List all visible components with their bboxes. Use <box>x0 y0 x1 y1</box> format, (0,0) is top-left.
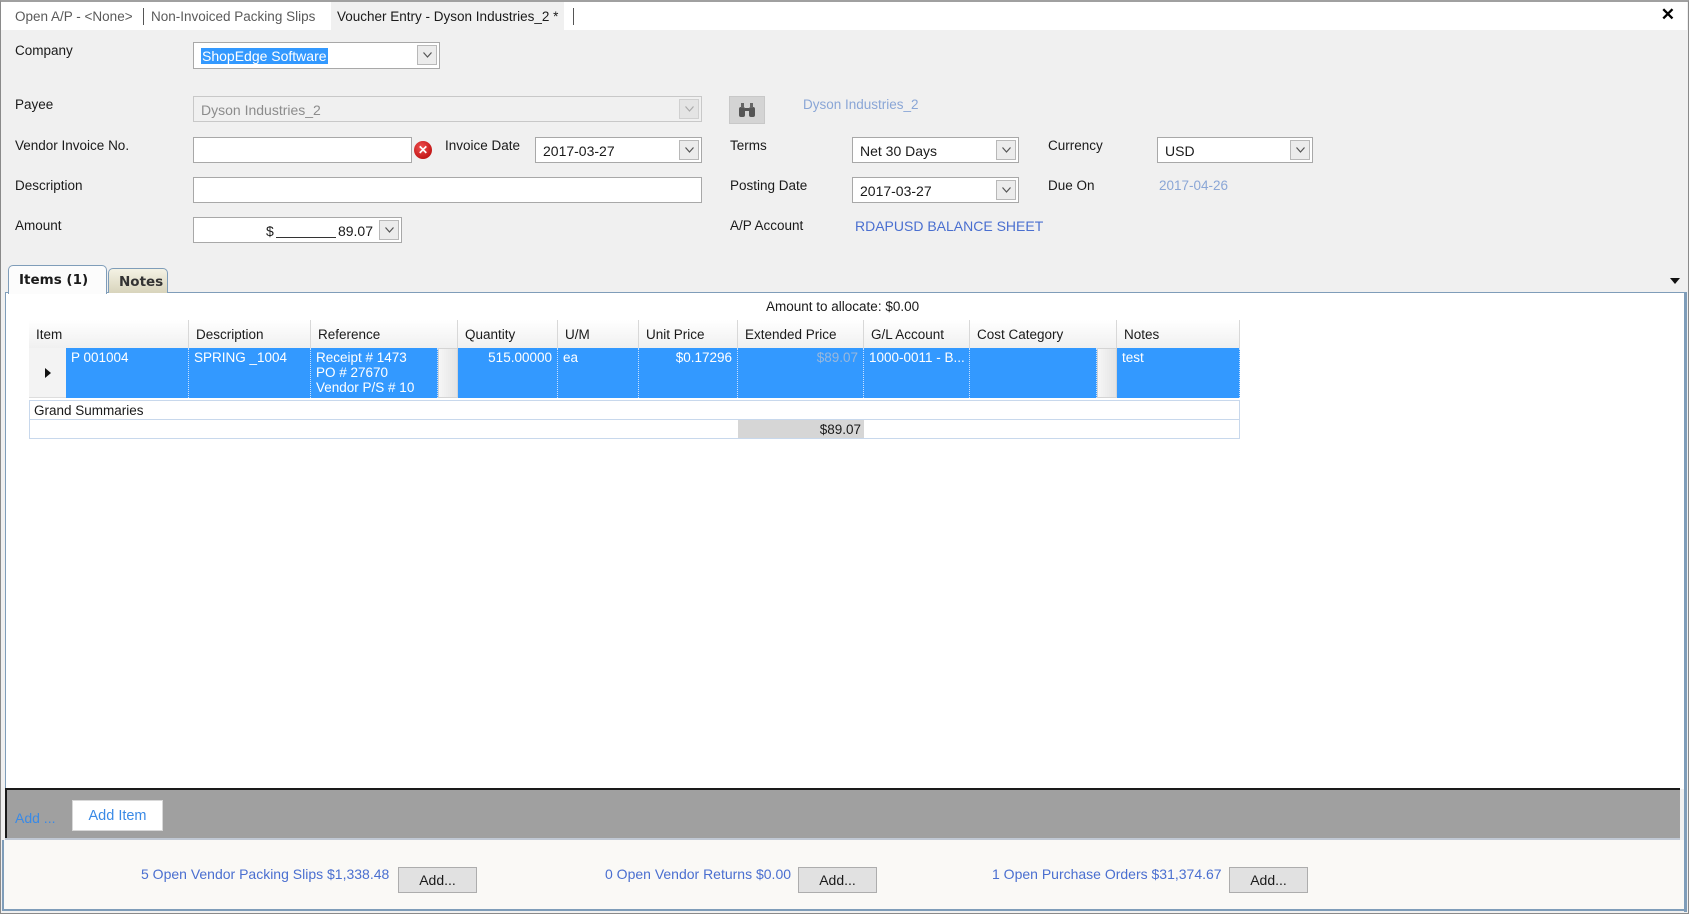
cost-category-cell-scrollbar[interactable] <box>1097 348 1117 398</box>
tab-notes[interactable]: Notes <box>108 268 168 293</box>
vendor-invoice-label: Vendor Invoice No. <box>15 138 130 153</box>
cell-unit-price[interactable]: $0.17296 <box>639 348 738 398</box>
cell-um[interactable]: ea <box>558 348 639 398</box>
payee-link[interactable]: Dyson Industries_2 <box>803 97 919 112</box>
reference-cell-scrollbar[interactable] <box>438 348 458 398</box>
expand-arrow-icon[interactable] <box>1670 278 1680 284</box>
description-label: Description <box>15 178 83 193</box>
posting-date-picker[interactable]: 2017-03-27 <box>852 177 1019 203</box>
cell-notes[interactable]: test <box>1117 348 1240 398</box>
invoice-date-value: 2017-03-27 <box>543 143 615 159</box>
payee-dropdown: Dyson Industries_2 <box>193 96 702 122</box>
column-header-cost-category[interactable]: Cost Category <box>970 320 1117 348</box>
payee-value: Dyson Industries_2 <box>201 102 321 118</box>
amount-to-allocate: Amount to allocate: $0.00 <box>766 299 920 314</box>
currency-dropdown[interactable]: USD <box>1157 137 1313 163</box>
cell-cost-category[interactable] <box>970 348 1097 398</box>
invoice-date-label: Invoice Date <box>445 138 521 153</box>
column-header-item[interactable]: Item <box>29 320 189 348</box>
row-selector[interactable] <box>29 348 66 398</box>
tab-voucher-entry[interactable]: Voucher Entry - Dyson Industries_2 * <box>331 2 565 30</box>
cell-quantity[interactable]: 515.00000 <box>458 348 558 398</box>
chevron-down-icon[interactable] <box>1290 140 1310 160</box>
payee-label: Payee <box>15 97 54 112</box>
open-vendor-returns-link[interactable]: 0 Open Vendor Returns $0.00 <box>605 866 791 882</box>
chevron-down-icon <box>679 99 699 119</box>
company-value: ShopEdge Software <box>201 48 328 64</box>
reference-vendor-ps: Vendor P/S # 10 <box>316 380 415 395</box>
error-icon: ✕ <box>414 141 432 159</box>
currency-value: USD <box>1165 143 1195 159</box>
add-item-button[interactable]: Add Item <box>72 800 163 831</box>
company-label: Company <box>15 43 73 58</box>
open-purchase-orders-link[interactable]: 1 Open Purchase Orders $31,374.67 <box>992 866 1222 882</box>
add-purchase-orders-button[interactable]: Add... <box>1229 867 1308 893</box>
terms-dropdown[interactable]: Net 30 Days <box>852 137 1019 163</box>
add-menu-label[interactable]: Add ... <box>15 810 55 826</box>
amount-underline <box>276 237 336 238</box>
company-dropdown[interactable]: ShopEdge Software <box>193 42 440 69</box>
ap-account-label: A/P Account <box>730 218 804 233</box>
tab-separator <box>143 8 144 25</box>
cell-reference[interactable]: Receipt # 1473 PO # 27670 Vendor P/S # 1… <box>311 348 438 398</box>
tab-items[interactable]: Items (1) <box>8 265 107 294</box>
panel-right-border <box>1684 292 1687 912</box>
grand-summaries-label: Grand Summaries <box>29 400 1240 420</box>
grand-summaries-row <box>29 419 1240 439</box>
description-input[interactable] <box>193 177 702 203</box>
column-header-quantity[interactable]: Quantity <box>458 320 558 348</box>
ap-account-link[interactable]: RDAPUSD BALANCE SHEET <box>855 218 1043 234</box>
current-row-arrow-icon <box>44 367 51 378</box>
column-header-notes[interactable]: Notes <box>1117 320 1240 348</box>
amount-input[interactable]: $ 89.07 <box>193 217 402 243</box>
column-header-reference[interactable]: Reference <box>311 320 458 348</box>
grand-total-extended-price: $89.07 <box>738 420 864 438</box>
amount-currency-symbol: $ <box>266 223 274 239</box>
reference-receipt: Receipt # 1473 <box>316 350 407 365</box>
tab-open-ap[interactable]: Open A/P - <None> <box>15 9 133 24</box>
chevron-down-icon[interactable] <box>996 140 1016 160</box>
tab-separator <box>573 8 574 25</box>
add-toolbar <box>5 788 1680 838</box>
posting-date-value: 2017-03-27 <box>860 183 932 199</box>
currency-label: Currency <box>1048 138 1103 153</box>
close-icon[interactable]: ✕ <box>1661 5 1675 25</box>
chevron-down-icon[interactable] <box>679 140 699 160</box>
reference-po: PO # 27670 <box>316 365 389 380</box>
cell-description[interactable]: SPRING _1004 <box>189 348 311 398</box>
binoculars-icon <box>739 103 755 117</box>
column-header-gl-account[interactable]: G/L Account <box>864 320 970 348</box>
column-header-description[interactable]: Description <box>189 320 311 348</box>
column-header-um[interactable]: U/M <box>558 320 639 348</box>
chevron-down-icon[interactable] <box>417 45 437 65</box>
chevron-down-icon[interactable] <box>379 220 399 240</box>
terms-value: Net 30 Days <box>860 143 938 159</box>
terms-label: Terms <box>730 138 767 153</box>
cell-gl-account[interactable]: 1000-0011 - B... <box>864 348 970 398</box>
add-packing-slips-button[interactable]: Add... <box>398 867 477 893</box>
vendor-invoice-input[interactable] <box>193 137 412 163</box>
chevron-down-icon[interactable] <box>996 180 1016 200</box>
invoice-date-picker[interactable]: 2017-03-27 <box>535 137 702 163</box>
due-on-value: 2017-04-26 <box>1159 178 1229 193</box>
open-vendor-packing-slips-link[interactable]: 5 Open Vendor Packing Slips $1,338.48 <box>141 866 389 882</box>
payee-search-button[interactable] <box>729 96 765 124</box>
due-on-label: Due On <box>1048 178 1095 193</box>
posting-date-label: Posting Date <box>730 178 808 193</box>
add-vendor-returns-button[interactable]: Add... <box>798 867 877 893</box>
column-header-unit-price[interactable]: Unit Price <box>639 320 738 348</box>
cell-extended-price: $89.07 <box>738 348 864 398</box>
amount-label: Amount <box>15 218 62 233</box>
document-tab-strip: Open A/P - <None> Non-Invoiced Packing S… <box>1 2 1687 30</box>
cell-item[interactable]: P 001004 <box>66 348 189 398</box>
column-header-extended-price[interactable]: Extended Price <box>738 320 864 348</box>
amount-value: 89.07 <box>337 223 373 239</box>
tab-non-invoiced-packing-slips[interactable]: Non-Invoiced Packing Slips <box>151 9 315 24</box>
